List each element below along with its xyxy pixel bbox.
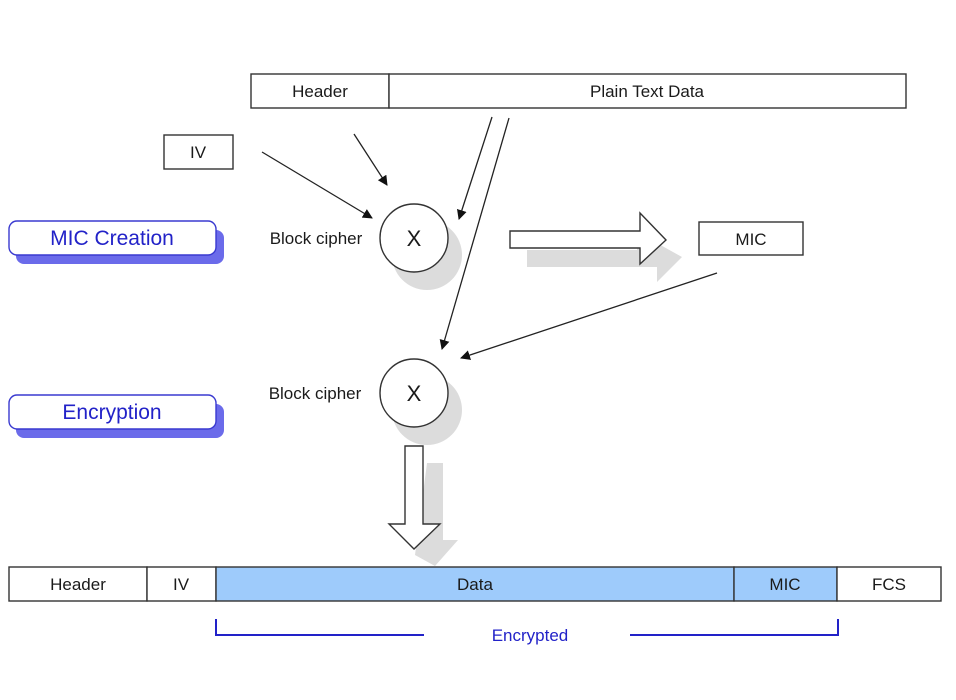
encrypted-bracket: Encrypted — [215, 619, 839, 645]
arrow-header-to-cipher1 — [353, 133, 388, 186]
operator-symbol: X — [407, 226, 422, 251]
diagram-canvas: Header Plain Text Data IV MIC Creation E… — [8, 73, 942, 645]
input-plaintext-label: Plain Text Data — [590, 82, 705, 101]
stage-label-text: MIC Creation — [50, 227, 174, 250]
arrow-iv-to-cipher1 — [261, 151, 373, 219]
bracket-right — [630, 619, 839, 636]
iv-box: IV — [163, 134, 234, 170]
arrow-mic-to-cipher2 — [460, 272, 718, 360]
block-cipher-operator-2: X Block cipher — [269, 358, 462, 445]
block-arrow-to-mic — [509, 211, 682, 282]
output-mic-label: MIC — [769, 575, 800, 594]
input-frame: Header Plain Text Data — [250, 73, 907, 109]
bracket-left — [215, 619, 424, 636]
iv-box-label: IV — [190, 143, 207, 162]
operator-label: Block cipher — [270, 229, 363, 248]
mic-box: MIC — [698, 221, 804, 256]
output-header-label: Header — [50, 575, 106, 594]
output-fcs-label: FCS — [872, 575, 906, 594]
stage-label-encryption: Encryption — [8, 394, 224, 438]
stage-label-text: Encryption — [62, 401, 161, 424]
output-data-label: Data — [457, 575, 493, 594]
arrow-plaintext-to-cipher1 — [457, 116, 493, 220]
bracket-label: Encrypted — [492, 626, 569, 645]
block-arrow-to-output — [387, 445, 458, 566]
operator-symbol: X — [407, 381, 422, 406]
input-header-label: Header — [292, 82, 348, 101]
output-iv-label: IV — [173, 575, 190, 594]
block-cipher-operator-1: X Block cipher — [270, 203, 462, 290]
stage-label-mic-creation: MIC Creation — [8, 220, 224, 264]
operator-label: Block cipher — [269, 384, 362, 403]
output-frame: Header IV Data MIC FCS — [8, 566, 942, 602]
mic-box-label: MIC — [735, 230, 766, 249]
